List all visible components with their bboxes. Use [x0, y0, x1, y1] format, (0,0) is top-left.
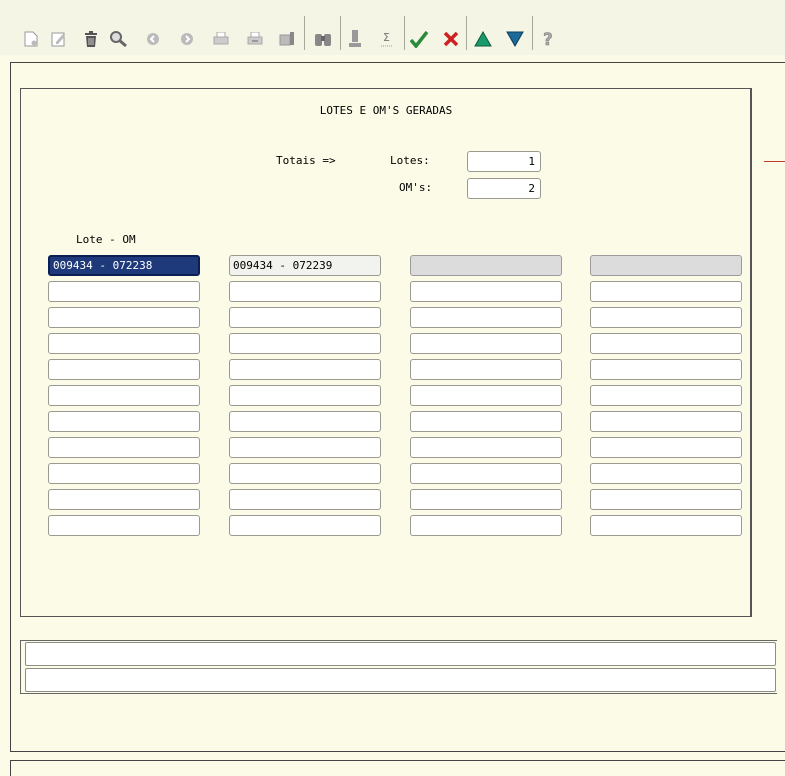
toolbar-separator	[466, 16, 467, 50]
edit-record-icon[interactable]	[48, 28, 70, 50]
move-up-icon[interactable]	[472, 28, 494, 50]
lote-om-cell[interactable]	[590, 411, 742, 432]
move-down-icon[interactable]	[504, 28, 526, 50]
new-record-icon[interactable]	[20, 28, 42, 50]
delete-record-icon[interactable]	[80, 28, 102, 50]
lote-om-cell[interactable]	[229, 411, 381, 432]
lote-om-cell[interactable]	[410, 437, 562, 458]
lote-om-cell[interactable]	[410, 307, 562, 328]
lote-om-cell[interactable]	[410, 333, 562, 354]
previous-icon[interactable]	[142, 28, 164, 50]
lote-om-cell[interactable]	[590, 489, 742, 510]
lote-om-cell[interactable]	[410, 411, 562, 432]
lotes-label: Lotes:	[390, 154, 430, 167]
lote-om-cell[interactable]	[48, 385, 200, 406]
lote-om-cell[interactable]	[48, 359, 200, 380]
toolbar: Σ ?	[0, 0, 785, 55]
svg-text:Σ: Σ	[383, 31, 390, 44]
lote-om-cell[interactable]	[229, 489, 381, 510]
lote-om-cell[interactable]	[229, 385, 381, 406]
right-scroll-strip	[750, 88, 780, 617]
lote-om-cell[interactable]	[410, 385, 562, 406]
toolbar-separator	[340, 16, 341, 50]
lote-om-cell[interactable]	[590, 359, 742, 380]
lote-om-cell[interactable]	[410, 489, 562, 510]
svg-text:?: ?	[543, 30, 553, 48]
lote-om-cell[interactable]	[48, 411, 200, 432]
export-icon[interactable]	[276, 28, 298, 50]
lote-om-cell[interactable]: 009434 - 072239	[229, 255, 381, 276]
lote-om-cell[interactable]	[410, 463, 562, 484]
search-icon[interactable]	[108, 28, 130, 50]
oms-count-field[interactable]: 2	[467, 178, 541, 199]
lote-om-cell[interactable]: 009434 - 072238	[48, 255, 200, 276]
print-setup-icon[interactable]	[244, 28, 266, 50]
lote-om-cell[interactable]	[229, 307, 381, 328]
lote-om-cell[interactable]	[229, 333, 381, 354]
help-icon[interactable]: ?	[538, 28, 560, 50]
sum-icon[interactable]: Σ	[376, 28, 398, 50]
lote-om-cell[interactable]	[590, 437, 742, 458]
binoculars-icon[interactable]	[312, 28, 334, 50]
lote-om-cell[interactable]	[410, 359, 562, 380]
lote-om-cell[interactable]	[229, 281, 381, 302]
lote-om-cell[interactable]	[48, 437, 200, 458]
lote-om-cell[interactable]	[48, 515, 200, 536]
cancel-x-icon[interactable]	[440, 28, 462, 50]
lotes-count-field[interactable]: 1	[467, 151, 541, 172]
message-frame	[20, 640, 777, 694]
column-header-lote-om: Lote - OM	[76, 233, 136, 246]
lote-om-cell[interactable]	[48, 333, 200, 354]
totals-caption: Totais =>	[276, 154, 336, 167]
lote-om-cell[interactable]	[590, 333, 742, 354]
lote-om-cell[interactable]	[229, 463, 381, 484]
lote-om-cell[interactable]	[590, 255, 742, 276]
marker-line	[764, 161, 785, 162]
lote-om-cell[interactable]	[48, 463, 200, 484]
lote-om-cell[interactable]	[590, 463, 742, 484]
lote-om-cell[interactable]	[590, 385, 742, 406]
lote-om-cell[interactable]	[229, 359, 381, 380]
lote-om-cell[interactable]	[229, 515, 381, 536]
lote-om-cell[interactable]	[48, 489, 200, 510]
lote-om-cell[interactable]	[48, 281, 200, 302]
lote-om-cell[interactable]	[410, 515, 562, 536]
toolbar-separator	[404, 16, 405, 50]
toolbar-separator	[304, 16, 305, 50]
page-title: LOTES E OM'S GERADAS	[319, 104, 453, 117]
lote-om-cell[interactable]	[410, 281, 562, 302]
lote-om-cell[interactable]	[48, 307, 200, 328]
confirm-check-icon[interactable]	[408, 28, 430, 50]
next-icon[interactable]	[176, 28, 198, 50]
lote-om-cell[interactable]	[590, 307, 742, 328]
lote-om-cell[interactable]	[229, 437, 381, 458]
print-icon[interactable]	[210, 28, 232, 50]
oms-label: OM's:	[399, 181, 433, 194]
filter-icon[interactable]	[344, 28, 366, 50]
lote-om-cell[interactable]	[410, 255, 562, 276]
lote-om-cell[interactable]	[590, 515, 742, 536]
lote-om-cell[interactable]	[590, 281, 742, 302]
toolbar-separator	[532, 16, 533, 50]
status-bar	[10, 760, 785, 776]
